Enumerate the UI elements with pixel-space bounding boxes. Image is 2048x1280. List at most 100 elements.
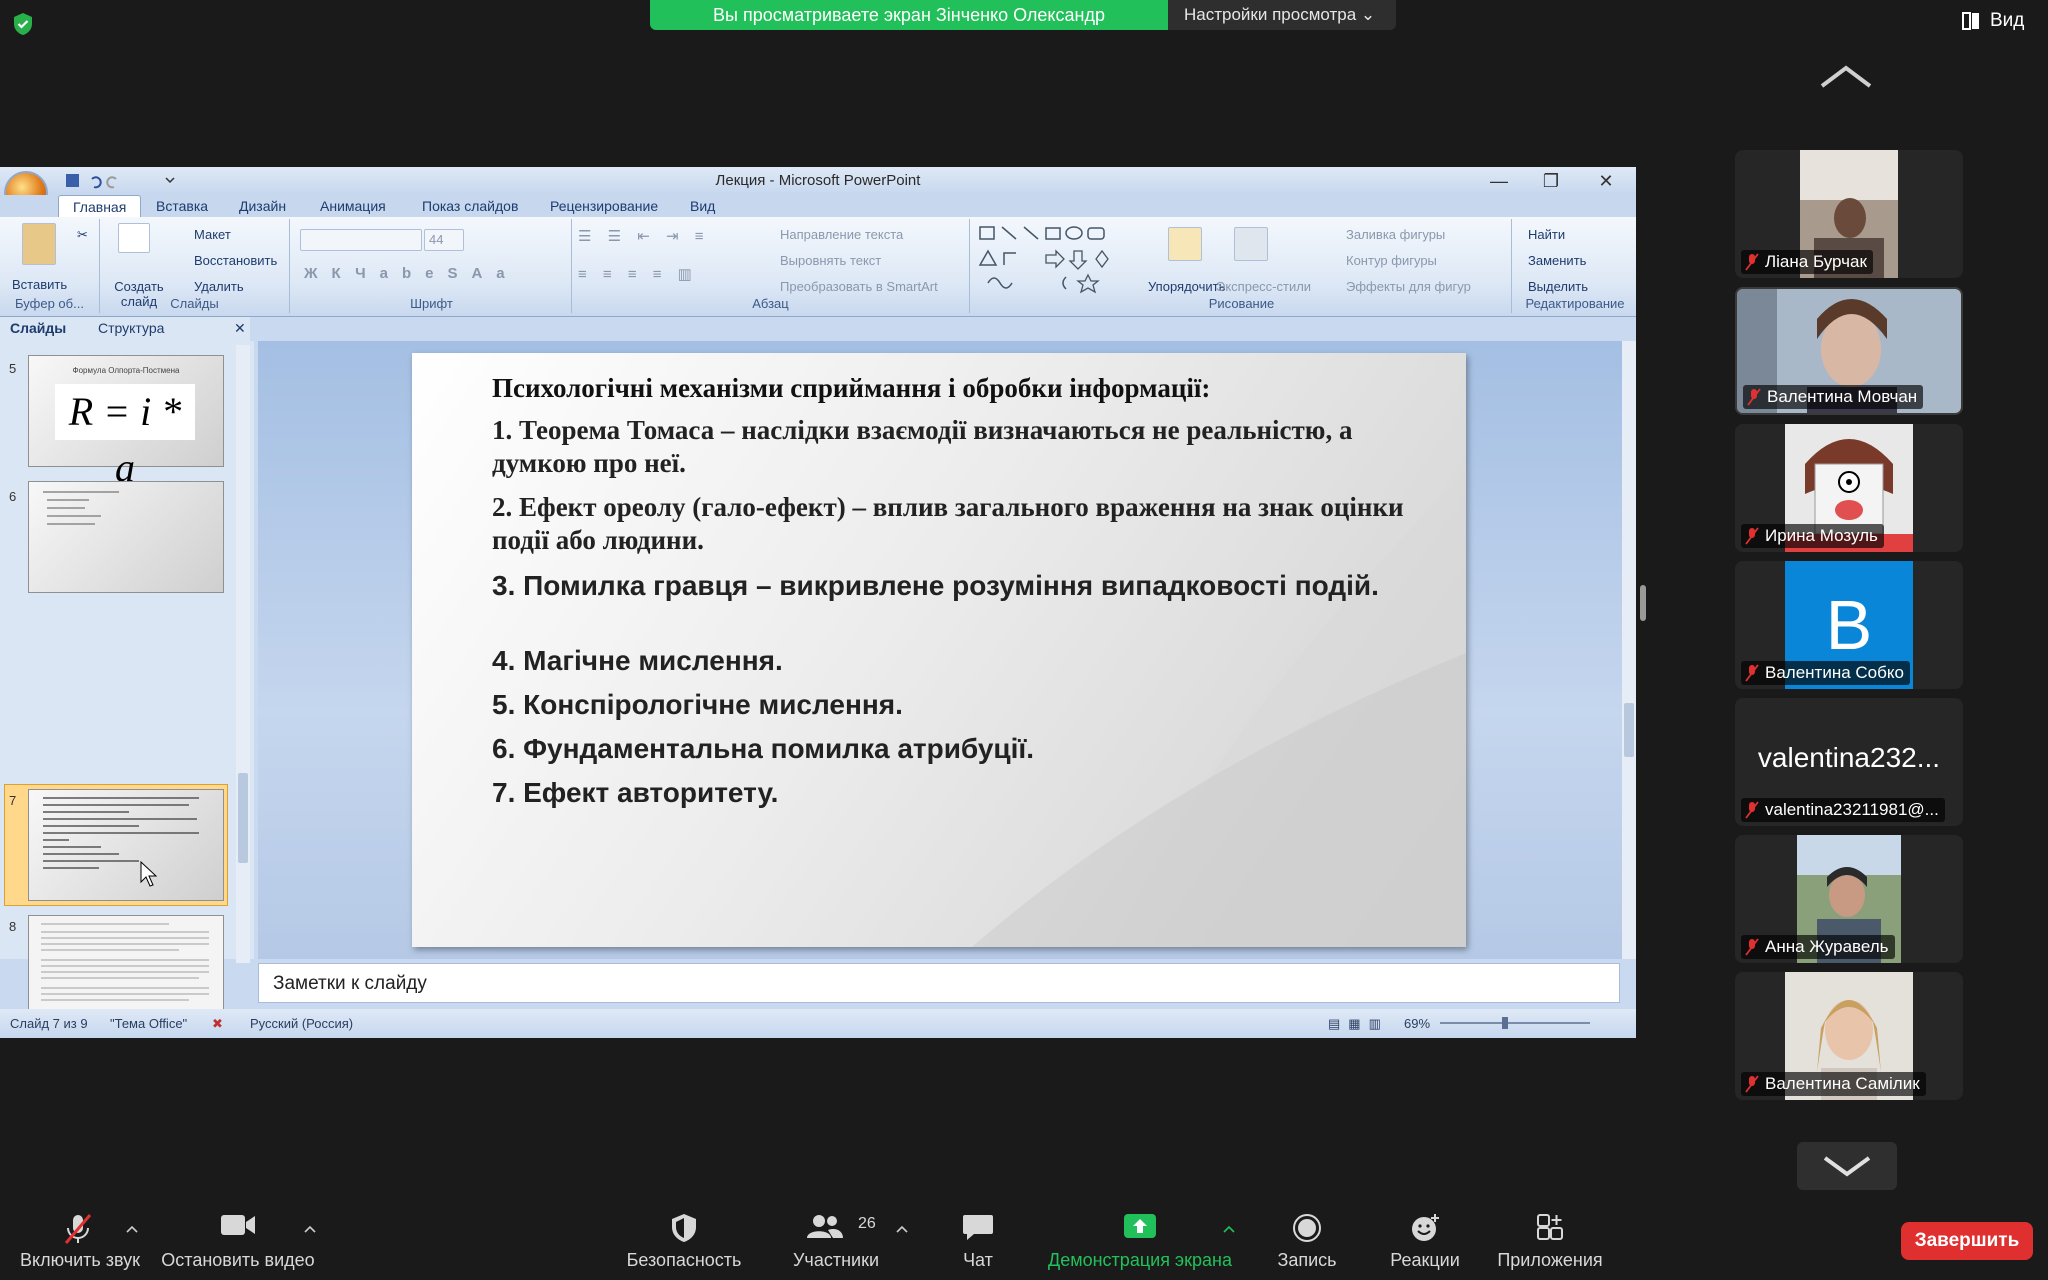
participant-name: Ліана Бурчак bbox=[1765, 252, 1867, 271]
participants-caret-icon[interactable] bbox=[896, 1225, 908, 1233]
thumb-formula: R = i * a bbox=[55, 384, 195, 490]
thumbnail-slide-7[interactable] bbox=[28, 789, 224, 901]
paste-button[interactable]: Вставить bbox=[12, 277, 67, 292]
participant-tile[interactable]: Анна Журавель bbox=[1735, 835, 1963, 963]
zoom-slider[interactable] bbox=[1440, 1017, 1590, 1029]
find-button[interactable]: Найти bbox=[1528, 227, 1565, 242]
shape-fill-button[interactable]: Заливка фигуры bbox=[1346, 227, 1445, 242]
slide-notes[interactable]: Заметки к слайду bbox=[258, 963, 1620, 1003]
participant-tile[interactable]: valentina232... valentina23211981@... bbox=[1735, 698, 1963, 826]
security-shield-icon[interactable] bbox=[12, 12, 34, 36]
font-name-input[interactable] bbox=[300, 229, 422, 251]
participants-button[interactable]: 26 Участники bbox=[780, 1203, 892, 1280]
align-text-button[interactable]: Выровнять текст bbox=[780, 253, 881, 268]
tab-animation[interactable]: Анимация bbox=[320, 195, 386, 217]
tab-design[interactable]: Дизайн bbox=[239, 195, 286, 217]
video-options-caret-icon[interactable] bbox=[304, 1225, 316, 1233]
text-direction-button[interactable]: Направление текста bbox=[780, 227, 903, 242]
close-panel-icon[interactable]: ✕ bbox=[234, 320, 246, 337]
unmute-button[interactable]: Включить звук bbox=[20, 1203, 140, 1280]
ribbon: Вставить ✂ Буфер об... Создать слайд Мак… bbox=[0, 217, 1636, 317]
restore-button[interactable]: ❐ bbox=[1531, 167, 1571, 195]
quick-styles-icon[interactable] bbox=[1234, 227, 1268, 261]
end-meeting-button[interactable]: Завершить bbox=[1901, 1222, 2033, 1260]
editing-group: Найти Заменить Выделить Редактирование bbox=[1514, 219, 1636, 313]
select-button[interactable]: Выделить bbox=[1528, 279, 1588, 294]
gallery-next-button[interactable] bbox=[1797, 1142, 1897, 1190]
delete-button[interactable]: Удалить bbox=[194, 279, 244, 294]
participant-name-label: Ирина Мозуль bbox=[1741, 524, 1884, 548]
participant-tile[interactable]: Валентина Мовчан bbox=[1735, 287, 1963, 415]
font-size-value: 44 bbox=[429, 232, 444, 247]
status-bar: Слайд 7 из 9 "Тема Office" ✖ Русский (Ро… bbox=[0, 1009, 1636, 1038]
quick-styles-button[interactable]: Экспресс-стили bbox=[1216, 279, 1311, 294]
shape-effects-button[interactable]: Эффекты для фигур bbox=[1346, 279, 1471, 294]
align-buttons[interactable]: ≡ ≡ ≡ ≡ ▥ bbox=[578, 265, 698, 283]
current-slide[interactable]: Психологічні механізми сприймання і обро… bbox=[412, 353, 1466, 947]
share-options-caret-icon[interactable] bbox=[1223, 1225, 1235, 1233]
paste-icon[interactable] bbox=[22, 223, 56, 265]
share-screen-button[interactable]: Демонстрация экрана bbox=[1040, 1203, 1240, 1280]
participant-name: Ирина Мозуль bbox=[1765, 526, 1878, 545]
record-button[interactable]: Запись bbox=[1262, 1203, 1352, 1280]
font-size-input[interactable]: 44 bbox=[424, 229, 464, 251]
tab-outline[interactable]: Структура bbox=[98, 320, 164, 336]
thumb-text-lines bbox=[43, 797, 199, 887]
list-buttons[interactable]: ☰ ☰ ⇤ ⇥ ≡ bbox=[578, 227, 709, 245]
tab-view[interactable]: Вид bbox=[690, 195, 715, 217]
spellcheck-icon[interactable]: ✖ bbox=[212, 1009, 223, 1038]
layout-button[interactable]: Макет bbox=[194, 227, 231, 242]
chat-icon bbox=[963, 1215, 993, 1240]
participant-name-label: Валентина Собко bbox=[1741, 661, 1910, 685]
slide-scrollbar[interactable] bbox=[1622, 341, 1636, 959]
cut-icon[interactable]: ✂ bbox=[77, 227, 88, 243]
share-screen-label: Демонстрация экрана bbox=[1048, 1250, 1232, 1270]
view-button[interactable]: Вид bbox=[1962, 10, 2024, 32]
shape-outline-button[interactable]: Контур фигуры bbox=[1346, 253, 1437, 268]
close-button[interactable]: ✕ bbox=[1586, 167, 1626, 195]
slides-group: Создать слайд Макет Восстановить Удалить… bbox=[100, 219, 290, 313]
reactions-button[interactable]: Реакции bbox=[1380, 1203, 1470, 1280]
chevron-up-icon[interactable] bbox=[1818, 62, 1874, 92]
thumbnail-slide-5[interactable]: Формула Олпорта-Постмена R = i * a bbox=[28, 355, 224, 490]
tab-slideshow[interactable]: Показ слайдов bbox=[422, 195, 518, 217]
participant-tile[interactable]: Ліана Бурчак bbox=[1735, 150, 1963, 278]
apps-icon bbox=[1537, 1214, 1563, 1240]
shapes-gallery-icon[interactable] bbox=[978, 225, 1128, 295]
mic-muted-icon bbox=[1745, 664, 1759, 682]
smartart-button[interactable]: Преобразовать в SmartArt bbox=[780, 279, 938, 294]
chevron-down-icon bbox=[1823, 1156, 1871, 1177]
new-slide-icon[interactable] bbox=[118, 223, 150, 253]
tab-insert[interactable]: Вставка bbox=[156, 195, 208, 217]
thumbnail-scrollbar[interactable] bbox=[236, 345, 250, 963]
panel-resize-handle[interactable] bbox=[1640, 585, 1646, 621]
minimize-button[interactable]: — bbox=[1479, 167, 1519, 195]
reset-button[interactable]: Восстановить bbox=[194, 253, 277, 268]
security-shield-icon bbox=[672, 1214, 696, 1242]
mic-muted-icon bbox=[1745, 253, 1759, 271]
participant-tile[interactable]: B Валентина Собко bbox=[1735, 561, 1963, 689]
stop-video-button[interactable]: Остановить видео bbox=[160, 1203, 316, 1280]
audio-options-caret-icon[interactable] bbox=[126, 1225, 138, 1233]
record-label: Запись bbox=[1277, 1250, 1337, 1270]
replace-button[interactable]: Заменить bbox=[1528, 253, 1586, 268]
participant-tile[interactable]: Ирина Мозуль bbox=[1735, 424, 1963, 552]
view-buttons[interactable]: ▤▦▥ bbox=[1328, 1009, 1389, 1038]
arrange-button[interactable]: Упорядочить bbox=[1148, 279, 1225, 294]
slide-thumbnails: 5 Формула Олпорта-Постмена R = i * a 6 7… bbox=[0, 341, 254, 1027]
chat-button[interactable]: Чат bbox=[944, 1203, 1012, 1280]
participants-icon bbox=[806, 1215, 843, 1238]
tab-slides[interactable]: Слайды bbox=[10, 320, 66, 336]
security-button[interactable]: Безопасность bbox=[622, 1203, 746, 1280]
tab-review[interactable]: Рецензирование bbox=[550, 195, 658, 217]
font-format-buttons[interactable]: ЖКЧabeSAa bbox=[304, 265, 519, 282]
thumbnail-slide-6[interactable] bbox=[28, 481, 224, 593]
participant-name: valentina23211981@... bbox=[1765, 800, 1939, 819]
quick-access-toolbar[interactable] bbox=[58, 171, 178, 191]
arrange-icon[interactable] bbox=[1168, 227, 1202, 261]
apps-button[interactable]: Приложения bbox=[1490, 1203, 1610, 1280]
screen-share-banner: Вы просматриваете экран Зінченко Олексан… bbox=[650, 0, 1170, 30]
tab-home[interactable]: Главная bbox=[58, 195, 142, 217]
view-settings-dropdown[interactable]: Настройки просмотра ⌄ bbox=[1168, 0, 1396, 30]
participant-tile[interactable]: Валентина Самілик bbox=[1735, 972, 1963, 1100]
